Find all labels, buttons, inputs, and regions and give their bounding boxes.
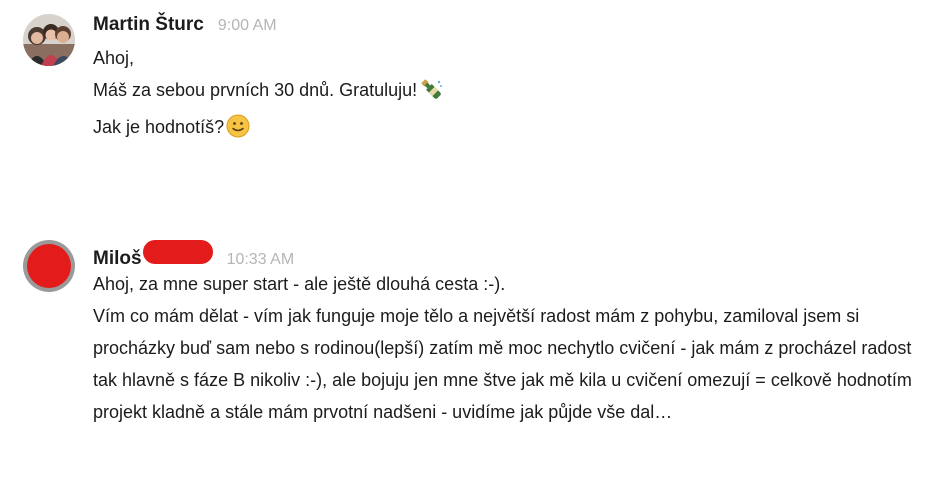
slightly-smiling-face-icon <box>226 114 250 148</box>
avatar[interactable] <box>23 240 75 292</box>
timestamp[interactable]: 10:33 AM <box>227 251 295 269</box>
message-line: Jak je hodnotíš? <box>93 117 225 137</box>
author-name[interactable]: Miloš <box>93 248 142 270</box>
redaction-mark <box>142 240 213 264</box>
message-header: Martin Šturc 9:00 AM <box>93 14 933 42</box>
avatar[interactable] <box>23 14 75 66</box>
message-body: Martin Šturc 9:00 AM Ahoj, Máš za sebou … <box>93 14 933 148</box>
author-name[interactable]: Martin Šturc <box>93 14 204 36</box>
message-line-wrap: Jak je hodnotíš? <box>93 111 933 148</box>
message-line: Ahoj, za mne super start - ale ještě dlo… <box>93 274 506 294</box>
message-line-wrap: Máš za sebou prvních 30 dnů. Gratuluju! <box>93 74 933 111</box>
message-body: Miloš 10:33 AM Ahoj, za mne super start … <box>93 240 933 428</box>
timestamp[interactable]: 9:00 AM <box>218 17 277 35</box>
message-line: Ahoj, <box>93 48 135 68</box>
message-paragraph: Vím co mám dělat - vím jak funguje moje … <box>93 306 912 422</box>
champagne-bottle-icon <box>419 77 443 111</box>
message-header: Miloš 10:33 AM <box>93 240 933 270</box>
message-line: Máš za sebou prvních 30 dnů. Gratuluju! <box>93 80 418 100</box>
